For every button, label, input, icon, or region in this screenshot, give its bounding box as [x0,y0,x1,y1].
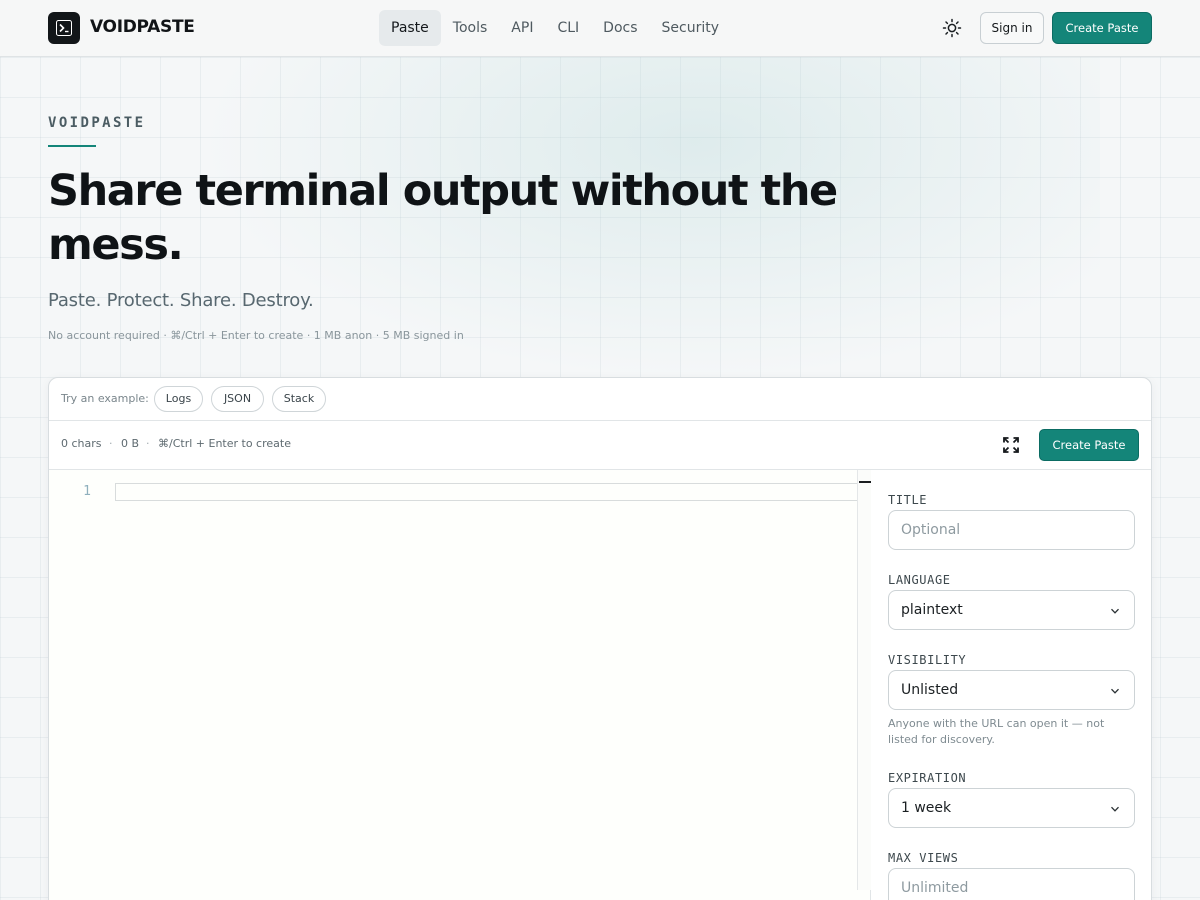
visibility-value: Unlisted [901,682,959,698]
title-label: TITLE [888,493,928,507]
paste-editor-card: Try an example: Logs JSON Stack 0 chars … [48,377,1152,900]
example-chip-stack[interactable]: Stack [272,386,326,412]
language-select[interactable]: plaintext [888,590,1135,630]
terminal-prompt-icon [56,20,72,36]
theme-toggle-button[interactable] [940,16,964,40]
paste-settings-panel: TITLE Optional LANGUAGE plaintext VISIBI… [888,470,1136,900]
create-paste-button[interactable]: Create Paste [1039,429,1139,461]
max-views-label: MAX VIEWS [888,851,959,865]
language-label: LANGUAGE [888,573,951,587]
language-value: plaintext [901,602,963,618]
editor-scrollbar[interactable] [857,470,871,890]
nav-item-security[interactable]: Security [650,10,732,46]
editor-toolbar: 0 chars · 0 B · ⌘/Ctrl + Enter to create… [49,421,1151,470]
logo-icon[interactable] [48,12,80,44]
hero-eyebrow: VOIDPASTE [48,115,146,131]
example-chip-json[interactable]: JSON [211,386,264,412]
active-line-highlight[interactable] [115,483,871,501]
visibility-help-text: Anyone with the URL can open it — not li… [888,717,1105,746]
brand-name[interactable]: VOIDPASTE [90,17,195,37]
page-title: Share terminal output without the mess. [48,166,838,270]
chevron-down-icon [1111,608,1119,614]
expiration-select[interactable]: 1 week [888,788,1135,828]
separator: · [146,437,150,450]
scrollbar-thumb[interactable] [859,481,871,483]
byte-count: 0 B [121,437,140,450]
nav-item-api[interactable]: API [499,10,545,46]
examples-label: Try an example: [61,392,149,405]
hero-subtitle: Paste. Protect. Share. Destroy. [48,290,314,311]
shortcut-hint: ⌘/Ctrl + Enter to create [158,437,291,450]
separator: · [109,437,113,450]
expiration-label: EXPIRATION [888,771,967,785]
main-nav: Paste Tools API CLI Docs Security [379,10,731,46]
visibility-select[interactable]: Unlisted [888,670,1135,710]
nav-item-docs[interactable]: Docs [591,10,649,46]
top-navigation-bar: VOIDPASTE Paste Tools API CLI Docs Secur… [0,0,1200,57]
visibility-label: VISIBILITY [888,653,967,667]
title-input[interactable]: Optional [888,510,1135,550]
chevron-down-icon [1111,688,1119,694]
eyebrow-underline [48,145,96,147]
expand-icon [1003,437,1019,453]
example-chip-logs[interactable]: Logs [154,386,203,412]
sign-in-button[interactable]: Sign in [980,12,1044,44]
nav-item-paste[interactable]: Paste [379,10,441,46]
expiration-value: 1 week [901,800,952,816]
header-create-paste-button[interactable]: Create Paste [1052,12,1152,44]
nav-item-tools[interactable]: Tools [441,10,500,46]
max-views-input[interactable]: Unlimited [888,868,1135,900]
hero-meta-info: No account required · ⌘/Ctrl + Enter to … [48,329,464,342]
chevron-down-icon [1111,806,1119,812]
line-number: 1 [83,484,91,499]
examples-bar: Try an example: Logs JSON Stack [49,378,1151,421]
sun-icon [942,18,962,38]
fullscreen-button[interactable] [1001,435,1021,455]
nav-item-cli[interactable]: CLI [545,10,591,46]
char-count: 0 chars [61,437,102,450]
code-editor[interactable]: 1 [49,470,871,900]
